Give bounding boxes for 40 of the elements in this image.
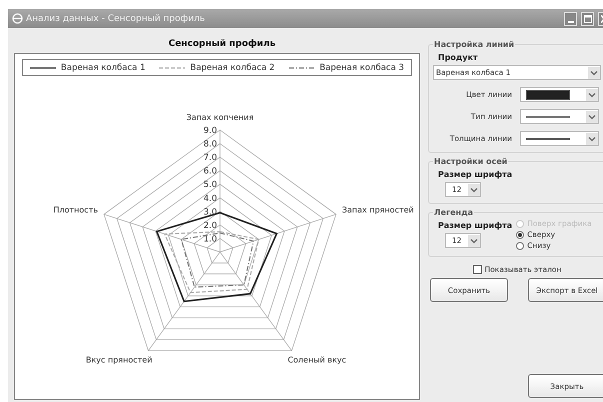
maximize-icon bbox=[584, 14, 592, 22]
axis-label: Плотность bbox=[53, 205, 98, 214]
group-title: Легенда bbox=[433, 208, 474, 217]
group-title: Настройки осей bbox=[433, 157, 508, 166]
axis-tick-label: 1.0 bbox=[203, 234, 217, 244]
line-type-dropdown[interactable] bbox=[520, 109, 599, 124]
caret-icon bbox=[468, 184, 480, 196]
caret-icon bbox=[586, 132, 598, 144]
legend-label: Вареная колбаса 2 bbox=[190, 62, 275, 72]
caret-icon bbox=[468, 234, 480, 246]
app-icon bbox=[12, 13, 23, 24]
axis-tick-label: 9.0 bbox=[203, 126, 217, 136]
axis-tick-label: 2.0 bbox=[203, 220, 217, 231]
minimize-button[interactable] bbox=[564, 12, 577, 26]
group-title: Настройка линий bbox=[433, 40, 516, 49]
line-sample-icon bbox=[526, 114, 570, 118]
axis-label: Соленый вкус bbox=[288, 356, 346, 365]
axis-label: Запах пряностей bbox=[342, 205, 414, 214]
axis-label: Запах копчения bbox=[186, 113, 254, 122]
line-sample-icon bbox=[526, 136, 570, 140]
caret-icon bbox=[588, 66, 600, 78]
line-width-dropdown[interactable] bbox=[520, 131, 599, 146]
axis-tick-label: 4.0 bbox=[203, 194, 217, 204]
legend-label: Вареная колбаса 3 bbox=[320, 62, 404, 72]
minimize-icon bbox=[568, 20, 574, 22]
axis-tick-label: 7.0 bbox=[203, 153, 217, 164]
maximize-button[interactable] bbox=[581, 12, 594, 26]
axis-tick-label: 6.0 bbox=[203, 166, 217, 177]
window-title: Анализ данных - Сенсорный профиль bbox=[26, 14, 205, 24]
field-label: Продукт bbox=[437, 52, 479, 64]
axis-tick-label: 8.0 bbox=[203, 140, 217, 150]
axis-tick-label: 5.0 bbox=[203, 180, 217, 190]
legend-label: Вареная колбаса 1 bbox=[60, 62, 146, 72]
chart-title: Сенсорный профиль bbox=[167, 38, 277, 51]
axis-label: Вкус пряностей bbox=[86, 356, 152, 365]
color-dropdown[interactable] bbox=[520, 87, 599, 102]
field-label: Размер шрифта bbox=[437, 169, 514, 181]
caret-icon bbox=[586, 110, 598, 122]
caret-icon bbox=[586, 88, 598, 100]
field-label: Размер шрифта bbox=[437, 220, 512, 232]
